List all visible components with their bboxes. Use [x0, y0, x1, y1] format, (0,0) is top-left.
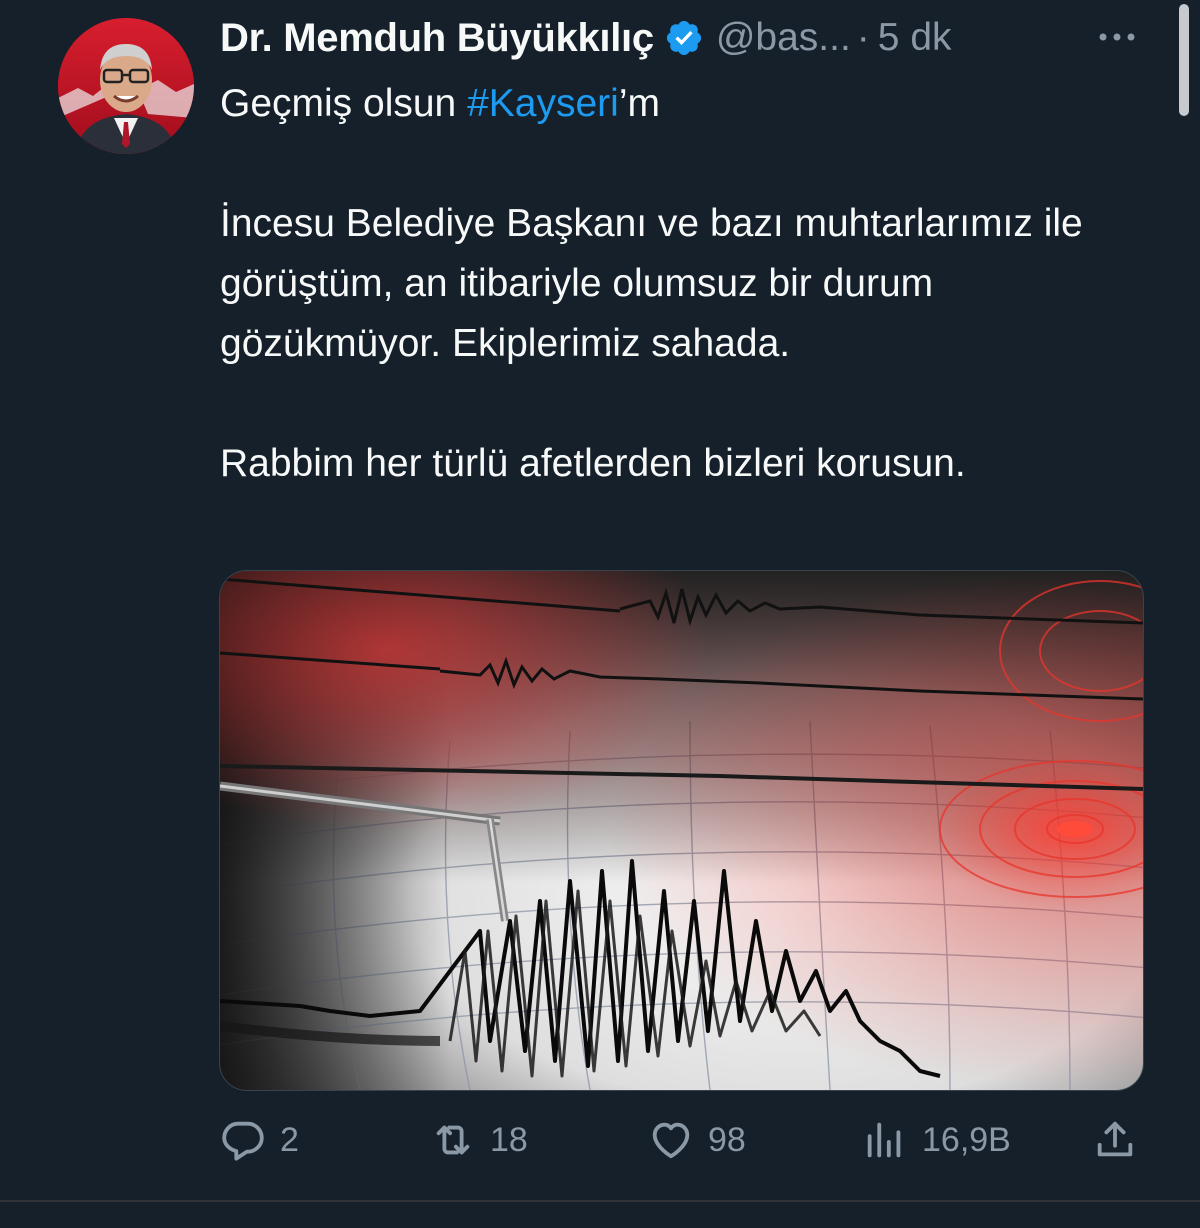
text-prefix: Geçmiş olsun — [220, 82, 468, 125]
reply-count: 2 — [280, 1120, 299, 1159]
tweet-header: Dr. Memduh Büyükkılıç @bas... · 5 dk — [220, 14, 952, 62]
verified-badge-icon — [666, 20, 701, 56]
hashtag-link[interactable]: #Kayseri — [467, 82, 619, 125]
more-icon[interactable] — [1094, 22, 1140, 52]
views-icon — [867, 1122, 901, 1158]
reply-button[interactable]: 2 — [220, 1112, 299, 1168]
tweet-paragraph-3: Rabbim her türlü afetlerden bizleri koru… — [220, 442, 966, 485]
divider — [0, 1200, 1200, 1202]
retweet-count: 18 — [490, 1120, 528, 1159]
tweet[interactable]: Dr. Memduh Büyükkılıç @bas... · 5 dk Geç… — [0, 0, 1200, 1200]
author-name[interactable]: Dr. Memduh Büyükkılıç — [220, 16, 654, 61]
share-button[interactable] — [1092, 1112, 1138, 1168]
like-button[interactable]: 98 — [648, 1112, 746, 1168]
author-handle[interactable]: @bas... — [716, 16, 851, 60]
tweet-actions: 2 18 98 16,9B — [220, 1112, 1140, 1168]
separator-dot: · — [856, 16, 870, 59]
views-button[interactable]: 16,9B — [862, 1112, 1011, 1168]
reply-icon — [222, 1121, 264, 1161]
tweet-paragraph-2: İncesu Belediye Başkanı ve bazı muhtarla… — [220, 202, 1083, 365]
avatar[interactable] — [58, 18, 194, 154]
retweet-icon — [436, 1125, 470, 1155]
tweet-text: Geçmiş olsun #Kayseri’m İncesu Belediye … — [220, 74, 1150, 494]
tweet-time[interactable]: 5 dk — [878, 16, 952, 60]
like-icon — [652, 1122, 690, 1159]
tweet-image[interactable] — [219, 570, 1144, 1091]
views-count: 16,9B — [922, 1120, 1011, 1159]
share-icon — [1097, 1121, 1133, 1157]
scrollbar[interactable] — [1179, 4, 1189, 116]
tweet-paragraph-1: Geçmiş olsun #Kayseri’m — [220, 74, 1150, 134]
text-suffix: ’m — [618, 82, 660, 125]
retweet-button[interactable]: 18 — [430, 1112, 528, 1168]
like-count: 98 — [708, 1120, 746, 1159]
